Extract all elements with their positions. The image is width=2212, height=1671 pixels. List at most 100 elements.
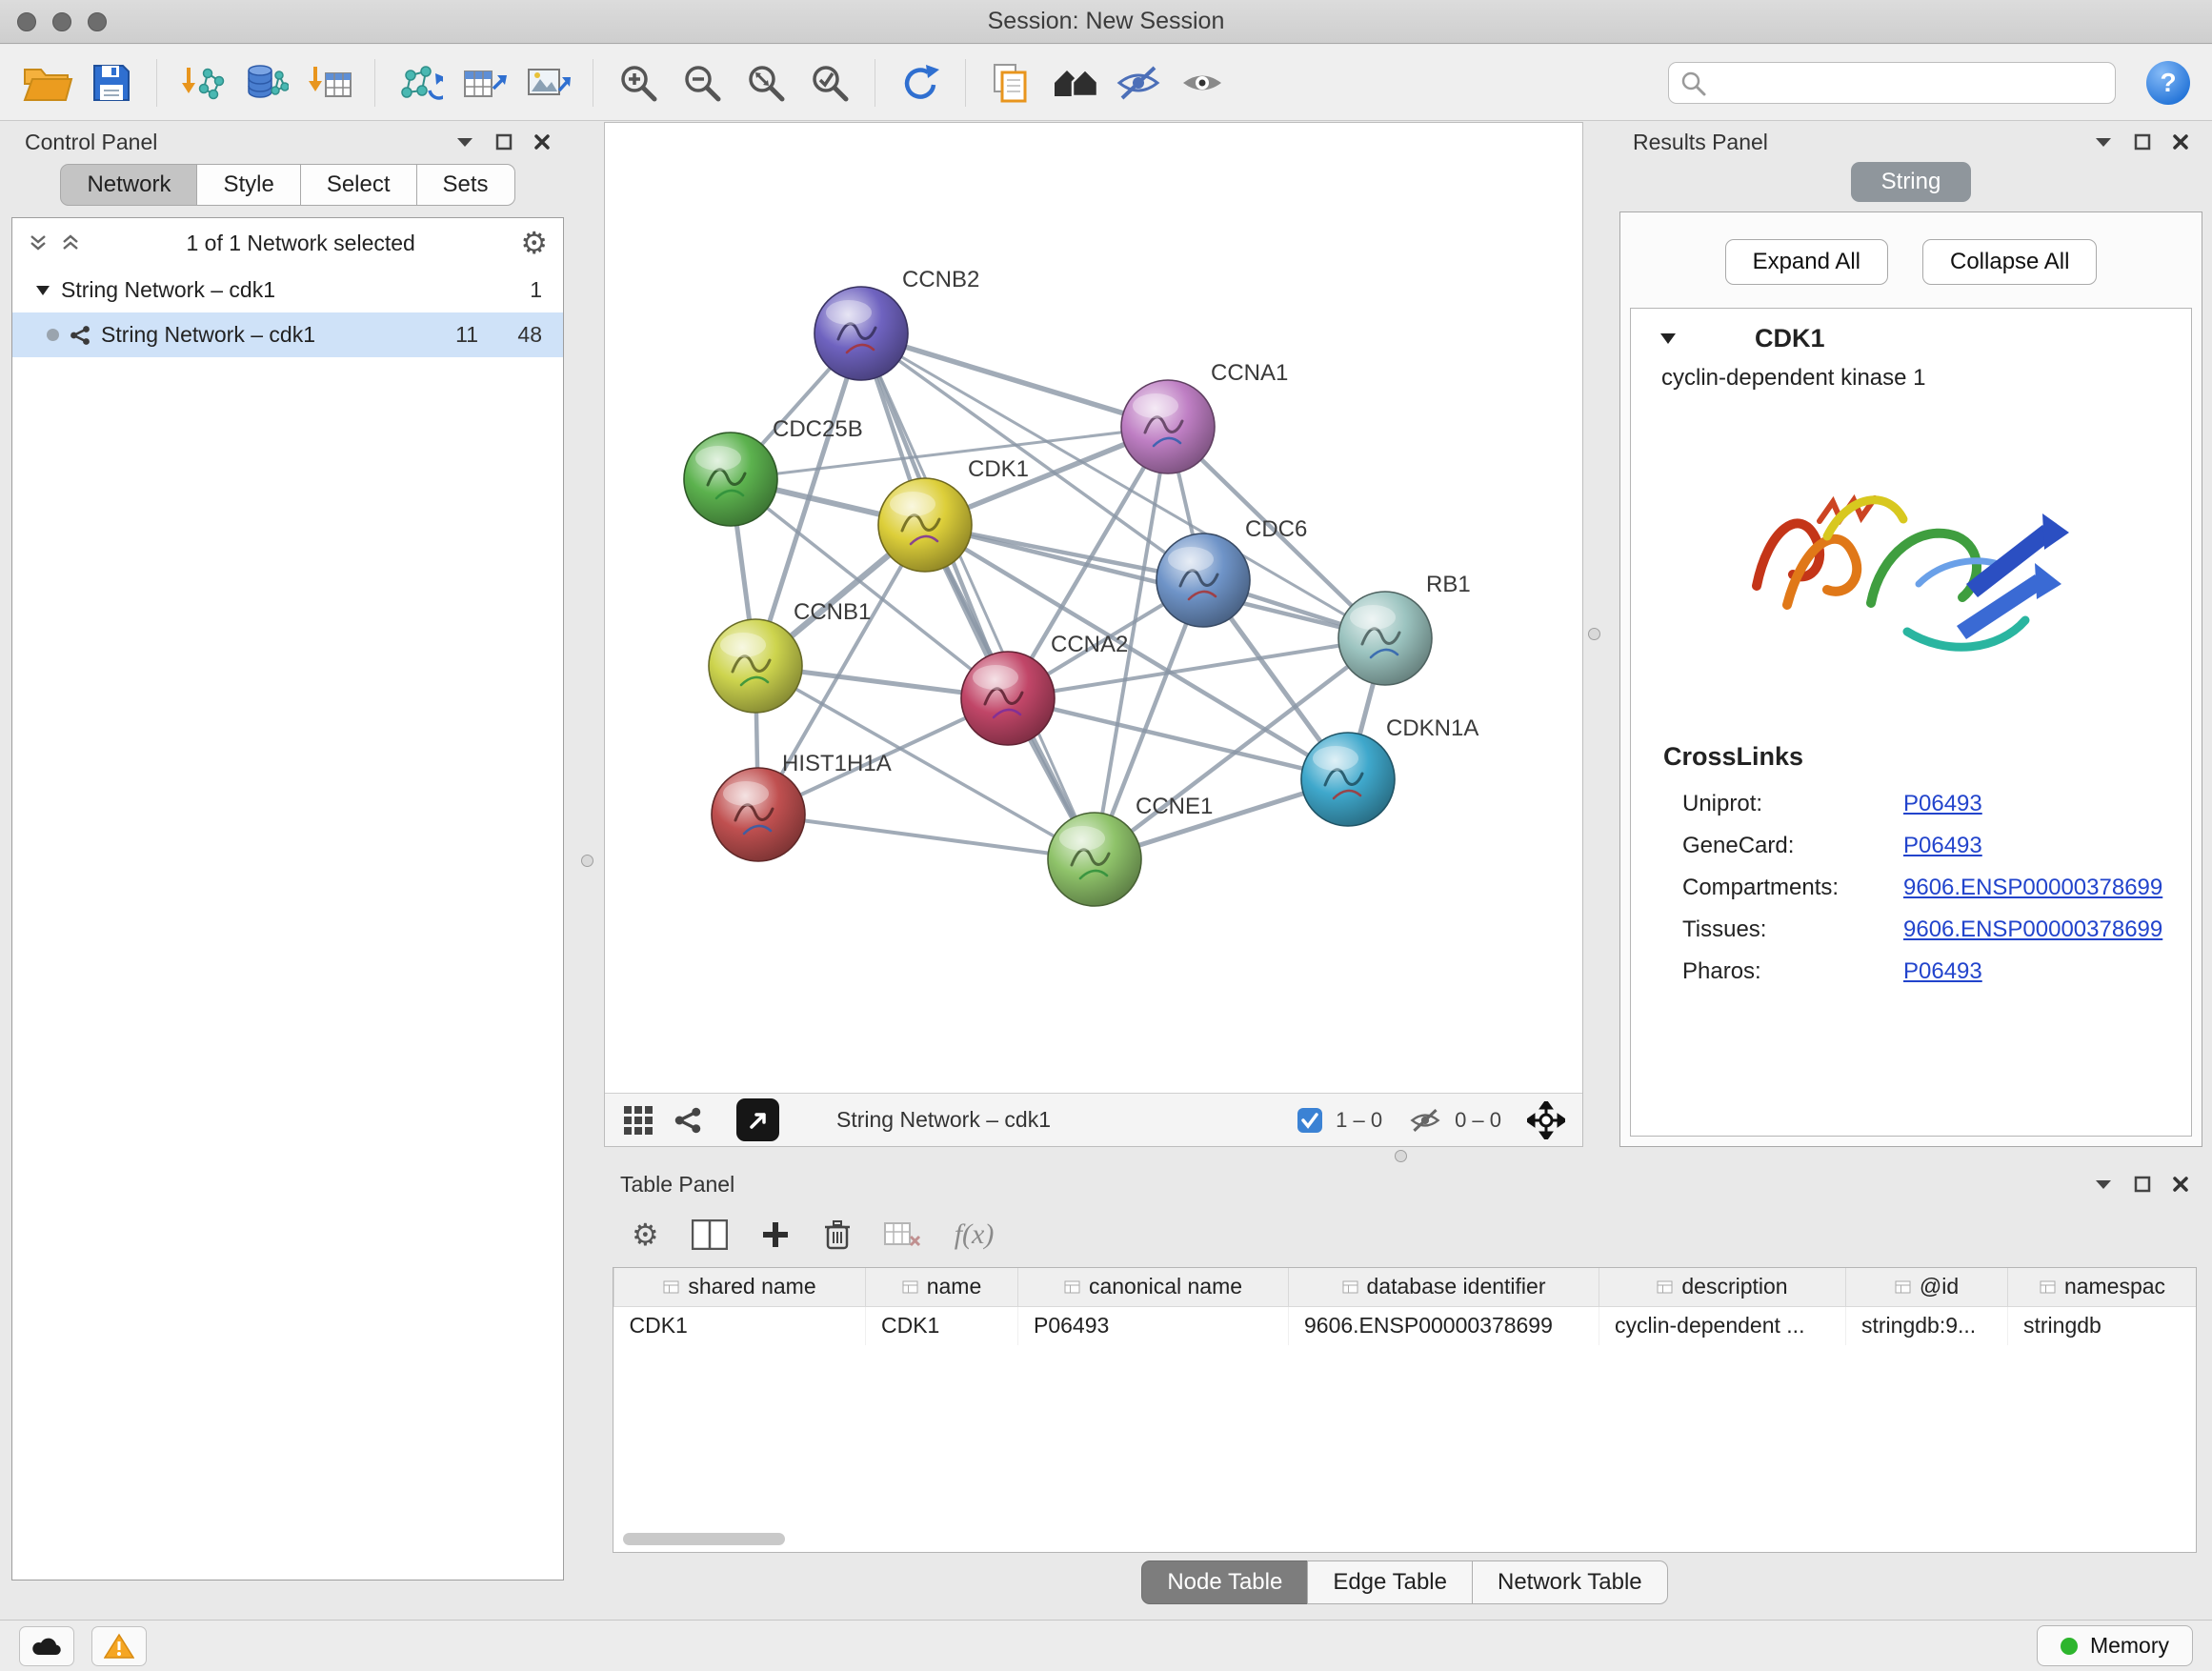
zoom-selected-button[interactable] [801, 53, 858, 112]
add-column-button[interactable] [760, 1219, 791, 1250]
column-header-shared-name[interactable]: shared name [614, 1268, 866, 1306]
tab-network[interactable]: Network [60, 164, 197, 206]
column-header-database-identifier[interactable]: database identifier [1289, 1268, 1599, 1306]
function-builder-button[interactable]: f(x) [955, 1218, 995, 1251]
table-settings-gear-icon[interactable]: ⚙ [632, 1219, 659, 1250]
results-panel-float-button[interactable] [2094, 136, 2113, 148]
table-cell[interactable]: cyclin-dependent ... [1599, 1306, 1846, 1345]
close-window-button[interactable] [17, 12, 36, 31]
search-input[interactable] [1668, 62, 2116, 104]
export-table-button[interactable] [455, 53, 513, 112]
table-panel-float-button[interactable] [2094, 1178, 2113, 1190]
table-cell[interactable]: 9606.ENSP00000378699 [1289, 1306, 1599, 1345]
expand-all-networks-button[interactable] [60, 233, 81, 252]
table-cell[interactable]: CDK1 [614, 1306, 866, 1345]
new-network-icon [397, 62, 443, 104]
minimize-window-button[interactable] [52, 12, 71, 31]
copy-document-button[interactable] [982, 53, 1039, 112]
zoom-fit-button[interactable] [737, 53, 794, 112]
network-collection-row[interactable]: String Network – cdk1 1 [12, 268, 563, 312]
crosslink-link[interactable]: 9606.ENSP00000378699 [1903, 875, 2162, 901]
tab-sets[interactable]: Sets [416, 164, 515, 206]
hidden-eye-slash-icon[interactable] [1408, 1106, 1442, 1135]
show-graphics-button[interactable] [1174, 53, 1231, 112]
expand-all-button[interactable]: Expand All [1725, 239, 1888, 285]
results-panel-maximize-button[interactable] [2134, 133, 2151, 151]
pan-crosshair-icon[interactable] [1527, 1101, 1565, 1139]
tab-network-table[interactable]: Network Table [1472, 1560, 1668, 1604]
splitter-handle-right[interactable] [1588, 628, 1600, 640]
collapse-all-button[interactable]: Collapse All [1922, 239, 2097, 285]
save-session-button[interactable] [83, 53, 140, 112]
show-columns-button[interactable] [692, 1219, 728, 1250]
export-image-button[interactable] [519, 53, 576, 112]
column-header-@id[interactable]: @id [1846, 1268, 2008, 1306]
tab-edge-table[interactable]: Edge Table [1307, 1560, 1473, 1604]
zoom-out-button[interactable] [674, 53, 731, 112]
control-panel-close-button[interactable] [533, 133, 551, 151]
table-cell[interactable]: stringdb:9... [1846, 1306, 2008, 1345]
string-results-tab[interactable]: String [1851, 162, 1972, 202]
zoom-in-button[interactable] [610, 53, 667, 112]
table-cell[interactable]: stringdb [2008, 1306, 2198, 1345]
crosslink-link[interactable]: P06493 [1903, 791, 1982, 817]
warning-status-button[interactable] [91, 1626, 147, 1666]
apply-layout-button[interactable] [892, 53, 949, 112]
crosslink-link[interactable]: P06493 [1903, 958, 1982, 985]
window-controls [17, 12, 107, 31]
cloud-status-button[interactable] [19, 1626, 74, 1666]
import-network-file-button[interactable] [173, 53, 231, 112]
column-header-namespac[interactable]: namespac [2008, 1268, 2198, 1306]
table-cell[interactable]: CDK1 [866, 1306, 1018, 1345]
splitter-handle-left[interactable] [581, 855, 593, 867]
crosslink-link[interactable]: 9606.ENSP00000378699 [1903, 916, 2162, 943]
popout-view-button[interactable] [736, 1098, 779, 1141]
collapse-triangle-icon[interactable] [1659, 332, 1677, 345]
table-row[interactable]: CDK1CDK1P064939606.ENSP00000378699cyclin… [614, 1306, 2198, 1345]
single-view-button[interactable] [674, 1106, 702, 1135]
tree-expander-icon[interactable] [35, 285, 50, 296]
column-header-name[interactable]: name [866, 1268, 1018, 1306]
control-panel-maximize-button[interactable] [495, 133, 513, 151]
column-header-description[interactable]: description [1599, 1268, 1846, 1306]
birdseye-view-button[interactable] [1046, 53, 1103, 112]
table-cell[interactable]: P06493 [1018, 1306, 1289, 1345]
grid-view-button[interactable] [622, 1104, 654, 1137]
gene-header[interactable]: CDK1 [1631, 309, 2191, 359]
delete-column-button[interactable] [823, 1218, 852, 1251]
node-label-HIST1H1A: HIST1H1A [782, 751, 892, 776]
delete-table-button[interactable] [884, 1220, 922, 1249]
network-options-gear-icon[interactable]: ⚙ [520, 228, 548, 258]
tab-node-table[interactable]: Node Table [1141, 1560, 1308, 1604]
table-panel-maximize-button[interactable] [2134, 1176, 2151, 1193]
memory-button[interactable]: Memory [2037, 1625, 2193, 1666]
results-panel-close-button[interactable] [2172, 133, 2189, 151]
import-table-icon [307, 62, 352, 104]
network-row[interactable]: String Network – cdk1 11 48 [12, 312, 563, 357]
column-header-canonical-name[interactable]: canonical name [1018, 1268, 1289, 1306]
crosslink-row: GeneCard:P06493 [1631, 825, 2191, 867]
new-network-button[interactable] [392, 53, 449, 112]
hide-graphics-button[interactable] [1110, 53, 1167, 112]
hidden-counter: 0 – 0 [1455, 1108, 1501, 1133]
network-list-box: 1 of 1 Network selected ⚙ String Network… [11, 217, 564, 1580]
network-canvas[interactable]: CCNB2CCNA1CDC25BCDK1CDC6RB1CCNB1CCNA2CDK… [605, 123, 1582, 1093]
crosslink-link[interactable]: P06493 [1903, 833, 1982, 859]
import-table-file-button[interactable] [301, 53, 358, 112]
collapse-all-networks-button[interactable] [28, 233, 49, 252]
grid-icon [622, 1104, 654, 1137]
import-network-database-button[interactable] [237, 53, 294, 112]
table-panel-close-button[interactable] [2172, 1176, 2189, 1193]
double-chevron-down-icon [28, 233, 49, 252]
tab-style[interactable]: Style [196, 164, 300, 206]
open-session-button[interactable] [19, 53, 76, 112]
zoom-window-button[interactable] [88, 12, 107, 31]
network-graph[interactable]: CCNB2CCNA1CDC25BCDK1CDC6RB1CCNB1CCNA2CDK… [605, 123, 1582, 1093]
horizontal-scrollbar[interactable] [623, 1533, 785, 1545]
selected-checkbox-icon[interactable] [1297, 1107, 1323, 1134]
table-panel: Table Panel ⚙ f(x) shared namenamecanoni… [607, 1164, 2202, 1612]
control-panel-float-button[interactable] [455, 136, 474, 148]
splitter-handle-bottom[interactable] [1395, 1150, 1407, 1162]
tab-select[interactable]: Select [300, 164, 417, 206]
help-button[interactable]: ? [2143, 58, 2193, 108]
